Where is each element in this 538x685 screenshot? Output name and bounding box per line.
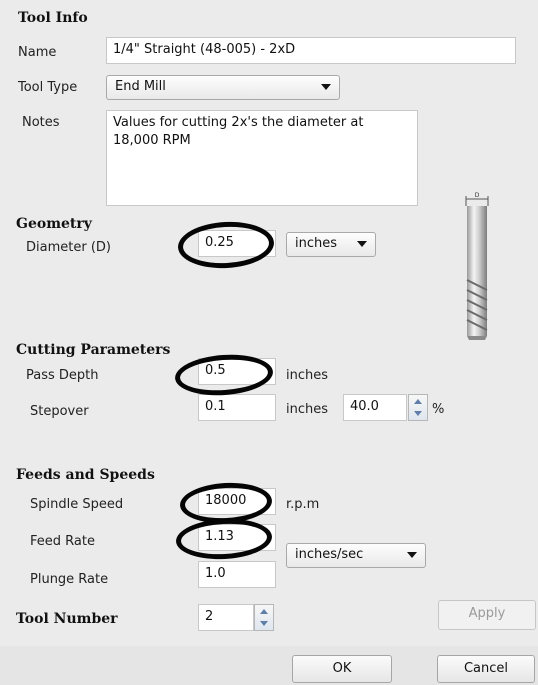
diameter-marker-label: D [475, 192, 480, 199]
arrow-up-icon[interactable] [414, 399, 422, 404]
geometry-heading: Geometry [16, 216, 92, 232]
arrow-down-icon[interactable] [260, 621, 268, 626]
chevron-down-icon [321, 84, 331, 90]
diameter-units-value: inches [295, 236, 338, 251]
chevron-down-icon [407, 552, 417, 558]
stepover-percent-stepper[interactable] [408, 394, 428, 421]
tool-type-label: Tool Type [18, 80, 78, 95]
end-mill-image: D [452, 186, 502, 346]
tool-type-value: End Mill [115, 79, 166, 94]
spindle-speed-label: Spindle Speed [30, 497, 124, 512]
end-mill-icon: D [465, 192, 489, 340]
feed-rate-input[interactable]: 1.13 [198, 524, 276, 551]
notes-label: Notes [22, 115, 60, 130]
tool-number-stepper[interactable] [254, 604, 274, 631]
pass-depth-units: inches [286, 368, 329, 383]
diameter-label: Diameter (D) [26, 240, 111, 255]
tool-type-select[interactable]: End Mill [106, 75, 340, 100]
tool-number-input[interactable]: 2 [198, 604, 254, 631]
stepover-percent-input[interactable]: 40.0 [343, 394, 407, 421]
notes-textarea[interactable]: Values for cutting 2x's the diameter at … [106, 110, 418, 206]
arrow-up-icon[interactable] [260, 609, 268, 614]
ok-button[interactable]: OK [292, 655, 392, 683]
tool-number-label: Tool Number [16, 611, 118, 627]
spindle-speed-input[interactable]: 18000 [198, 488, 276, 515]
pass-depth-label: Pass Depth [26, 368, 99, 383]
feed-rate-label: Feed Rate [30, 534, 95, 549]
chevron-down-icon [357, 241, 367, 247]
diameter-units-select[interactable]: inches [286, 232, 376, 257]
name-input[interactable]: 1/4" Straight (48-005) - 2xD [106, 37, 516, 64]
pass-depth-input[interactable]: 0.5 [198, 358, 276, 385]
spindle-speed-units: r.p.m [286, 497, 320, 512]
cutting-parameters-heading: Cutting Parameters [16, 342, 171, 358]
tool-info-heading: Tool Info [18, 10, 88, 26]
plunge-rate-label: Plunge Rate [30, 572, 109, 587]
stepover-label: Stepover [30, 404, 89, 419]
name-label: Name [18, 45, 57, 60]
feeds-speeds-heading: Feeds and Speeds [16, 467, 155, 483]
feed-units-select[interactable]: inches/sec [286, 543, 426, 568]
diameter-input[interactable]: 0.25 [198, 230, 276, 257]
percent-symbol: % [432, 402, 445, 417]
stepover-units: inches [286, 402, 329, 417]
stepover-input[interactable]: 0.1 [198, 394, 276, 421]
cancel-button[interactable]: Cancel [437, 655, 535, 683]
plunge-rate-input[interactable]: 1.0 [198, 561, 276, 588]
feed-units-value: inches/sec [295, 547, 364, 562]
apply-button[interactable]: Apply [438, 600, 536, 630]
arrow-down-icon[interactable] [414, 411, 422, 416]
